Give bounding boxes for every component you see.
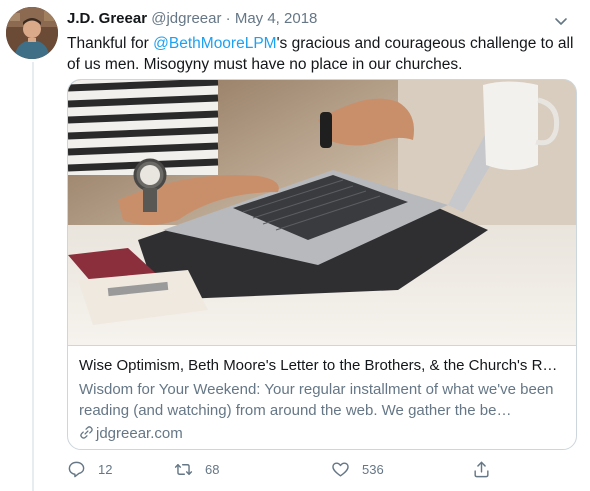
tweet-text: Thankful for @BethMooreLPM's gracious an… xyxy=(67,33,577,75)
retweet-icon xyxy=(174,463,193,475)
card-title[interactable]: Wise Optimism, Beth Moore's Letter to th… xyxy=(79,357,567,374)
share-icon xyxy=(474,461,489,477)
tweet-date[interactable]: May 4, 2018 xyxy=(235,10,318,27)
card-domain[interactable]: jdgreear.com xyxy=(79,425,183,442)
tweet-actions: 12 68 536 xyxy=(67,458,577,480)
card-description: Wisdom for Your Weekend: Your regular in… xyxy=(79,381,554,419)
reply-icon xyxy=(68,461,85,477)
like-button[interactable]: 536 xyxy=(331,458,384,480)
card-image[interactable] xyxy=(68,80,576,345)
reply-button[interactable]: 12 xyxy=(67,458,112,480)
separator-dot: · xyxy=(225,10,231,27)
author-name[interactable]: J.D. Greear xyxy=(67,10,147,27)
link-icon xyxy=(80,426,93,439)
mention-link[interactable]: @BethMooreLPM xyxy=(153,35,276,52)
reply-count: 12 xyxy=(98,461,113,477)
retweet-count: 68 xyxy=(205,461,220,477)
card-body[interactable]: Wise Optimism, Beth Moore's Letter to th… xyxy=(68,345,576,449)
thread-line xyxy=(32,62,34,491)
like-count: 536 xyxy=(362,461,384,477)
tweet-header: J.D. Greear @jdgreear · May 4, 2018 xyxy=(67,10,576,32)
share-button[interactable] xyxy=(472,458,503,480)
retweet-button[interactable]: 68 xyxy=(174,458,219,480)
avatar[interactable] xyxy=(6,7,58,59)
chevron-down-icon[interactable] xyxy=(552,12,570,30)
link-card[interactable]: Wise Optimism, Beth Moore's Letter to th… xyxy=(67,79,577,450)
card-domain-text: jdgreear.com xyxy=(96,425,183,442)
like-icon xyxy=(332,461,349,477)
author-handle[interactable]: @jdgreear xyxy=(151,10,221,27)
tweet-text-start: Thankful for xyxy=(67,35,154,52)
